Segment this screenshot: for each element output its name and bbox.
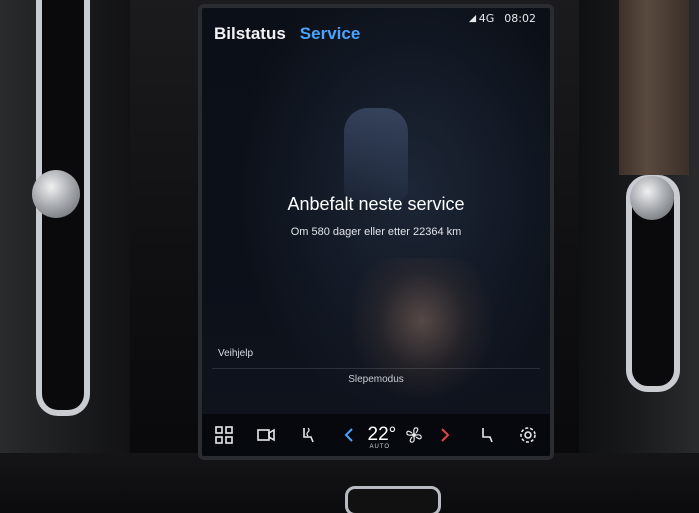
settings-button[interactable]: [516, 423, 540, 447]
tab-bilstatus[interactable]: Bilstatus: [214, 24, 286, 44]
apps-button[interactable]: [212, 423, 236, 447]
infotainment-screen: 4G 08:02 Bilstatus Service Anbefalt nest…: [198, 4, 554, 460]
temperature-value: 22°: [367, 424, 397, 445]
photo-frame: 4G 08:02 Bilstatus Service Anbefalt nest…: [0, 0, 699, 513]
chevron-right-icon: [441, 428, 450, 442]
gear-icon: [520, 427, 536, 443]
signal-icon: [468, 14, 476, 23]
temperature-display[interactable]: 22° AUTO: [367, 424, 397, 450]
wood-trim: [619, 0, 689, 175]
vent-knob-right[interactable]: [630, 176, 674, 220]
passenger-seat-button[interactable]: [474, 423, 498, 447]
divider: [212, 368, 540, 369]
camera-button[interactable]: [254, 423, 278, 447]
roadside-assistance-link[interactable]: Veihjelp: [218, 348, 253, 359]
tow-mode-link[interactable]: Slepemodus: [202, 374, 550, 385]
tab-service[interactable]: Service: [300, 24, 361, 44]
climate-bar: 22° AUTO: [202, 414, 550, 456]
clock: 08:02: [504, 12, 536, 25]
home-button[interactable]: [345, 486, 441, 513]
vent-knob-left[interactable]: [32, 170, 80, 218]
camera-icon: [257, 428, 275, 442]
driver-seat-heat-button[interactable]: [296, 423, 320, 447]
network-indicator: 4G: [468, 12, 495, 25]
temp-increase-button[interactable]: [432, 423, 456, 447]
tab-bar: Bilstatus Service: [214, 24, 360, 44]
temp-decrease-button[interactable]: [338, 423, 362, 447]
temperature-control: 22° AUTO: [338, 423, 457, 450]
car-illustration: [344, 108, 408, 200]
network-label: 4G: [478, 12, 495, 25]
seat-heat-icon: [302, 427, 314, 443]
chevron-left-icon: [344, 428, 353, 442]
service-detail: Om 580 dager eller etter 22364 km: [290, 226, 462, 238]
grid-icon: [215, 426, 233, 444]
status-bar: 4G 08:02: [468, 12, 536, 25]
climate-mode: AUTO: [369, 444, 391, 450]
service-headline: Anbefalt neste service: [287, 194, 465, 214]
fan-icon: [406, 427, 423, 443]
fan-button[interactable]: [402, 423, 426, 447]
seat-icon: [482, 428, 493, 443]
